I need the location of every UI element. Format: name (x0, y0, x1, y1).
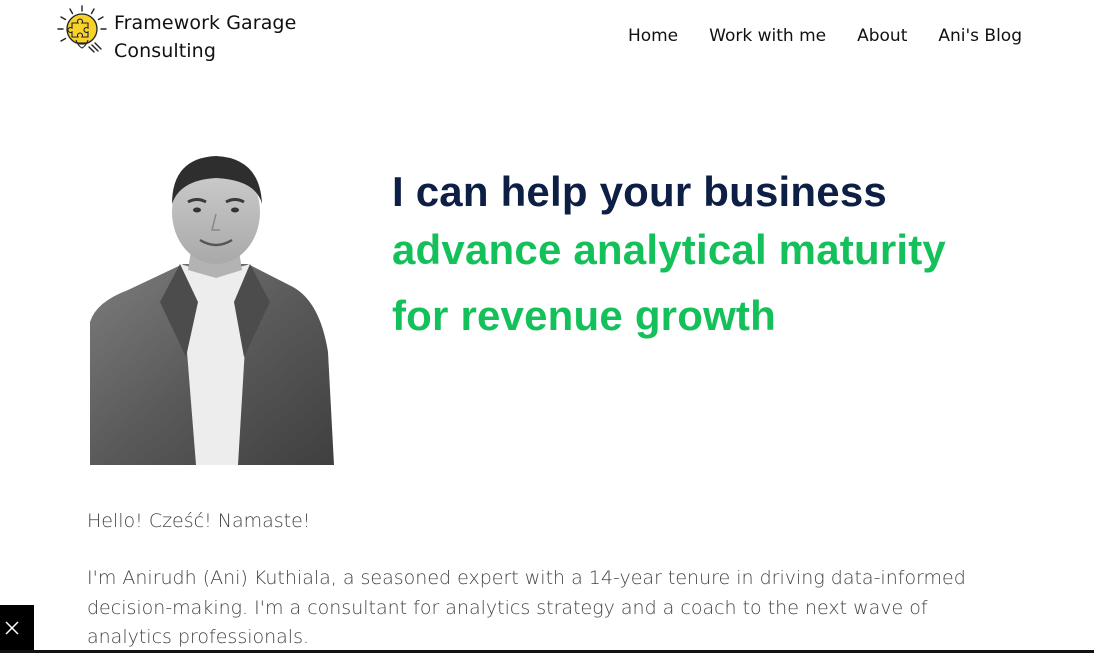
headline-line-3: for revenue growth (392, 292, 776, 339)
portrait-photo (90, 156, 334, 465)
headline-line-1: I can help your business (392, 168, 887, 215)
nav-work-with-me[interactable]: Work with me (709, 26, 826, 46)
brand-line-2: Consulting (114, 40, 216, 62)
nav-about[interactable]: About (857, 26, 907, 46)
close-button[interactable] (0, 605, 34, 653)
nav-home[interactable]: Home (628, 26, 678, 46)
hero-headline: I can help your business advance analyti… (392, 170, 946, 338)
intro-section: Hello! Cześć! Namaste! I'm Anirudh (Ani)… (87, 506, 967, 653)
greeting-text: Hello! Cześć! Namaste! (87, 510, 311, 532)
main-nav: Home Work with me About Ani's Blog (628, 26, 1022, 46)
brand-name: Framework Garage Consulting (114, 9, 296, 65)
close-icon (5, 621, 19, 635)
bio-text: I'm Anirudh (Ani) Kuthiala, a seasoned e… (87, 567, 966, 648)
lightbulb-puzzle-icon (57, 5, 107, 53)
brand-logo-link[interactable]: Framework Garage Consulting (56, 4, 296, 65)
brand-line-1: Framework Garage (114, 12, 297, 34)
nav-blog[interactable]: Ani's Blog (938, 26, 1022, 46)
page: Framework Garage Consulting Home Work wi… (0, 0, 1094, 653)
headline-line-2: advance analytical maturity (392, 226, 946, 273)
